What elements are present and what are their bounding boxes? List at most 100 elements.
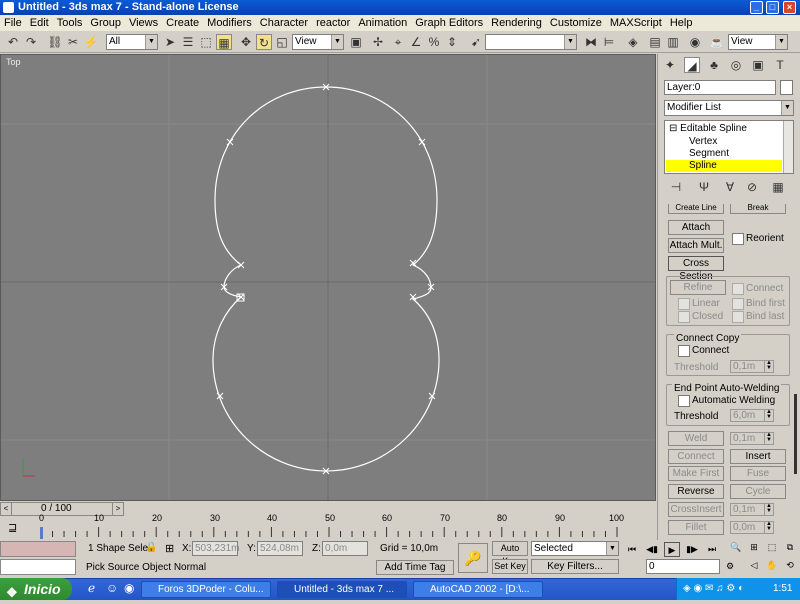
menu-file[interactable]: File bbox=[0, 15, 26, 31]
refine-button[interactable]: Refine bbox=[670, 280, 726, 295]
create-tab-icon[interactable]: ✦ bbox=[662, 57, 678, 73]
cross-insert-spinner[interactable]: 0,1m ▲ ▼ bbox=[730, 503, 774, 516]
modifier-list-dropdown[interactable]: Modifier List ▼ bbox=[664, 100, 794, 116]
bind-space-warp-icon[interactable]: ⚡ bbox=[83, 34, 99, 50]
scale-icon[interactable]: ◱ bbox=[274, 34, 290, 50]
connect-copy-threshold-spinner[interactable]: 0,1m ▲ ▼ bbox=[730, 360, 774, 373]
named-selection-dropdown[interactable]: ▼ bbox=[485, 34, 577, 50]
stack-scrollbar[interactable] bbox=[783, 121, 793, 173]
chevron-left-icon[interactable]: < bbox=[1, 503, 12, 515]
cross-section-button[interactable]: Cross Section bbox=[668, 256, 724, 282]
key-filters-button[interactable]: Key Filters... bbox=[531, 559, 619, 574]
percent-snap-icon[interactable]: % bbox=[426, 34, 442, 50]
select-object-icon[interactable]: ➤ bbox=[162, 34, 178, 50]
lock-selection-icon[interactable]: 🔒 bbox=[145, 542, 157, 553]
break-button[interactable]: Break bbox=[730, 204, 786, 214]
menu-reactor[interactable]: reactor bbox=[312, 15, 354, 31]
material-editor-icon[interactable]: ◉ bbox=[687, 34, 703, 50]
unlink-icon[interactable]: ✂ bbox=[65, 34, 81, 50]
menu-views[interactable]: Views bbox=[125, 15, 162, 31]
taskbar-item-3dsmax[interactable]: Untitled - 3ds max 7 ... bbox=[277, 581, 407, 598]
make-first-button[interactable]: Make First bbox=[668, 466, 724, 481]
menu-animation[interactable]: Animation bbox=[354, 15, 411, 31]
undo-icon[interactable]: ↶ bbox=[5, 34, 21, 50]
menu-maxscript[interactable]: MAXScript bbox=[606, 15, 666, 31]
configure-modifier-sets-icon[interactable]: ▦ bbox=[770, 179, 786, 195]
reference-coordinate-dropdown[interactable]: View ▼ bbox=[292, 34, 344, 50]
redo-icon[interactable]: ↷ bbox=[23, 34, 39, 50]
start-button[interactable]: ❖ Inicio bbox=[0, 578, 72, 600]
zoom-icon[interactable]: 🔍 bbox=[728, 540, 744, 555]
ie-quicklaunch-icon[interactable]: ℯ bbox=[88, 581, 95, 595]
taskbar-item-autocad[interactable]: AutoCAD 2002 - [D:\... bbox=[413, 581, 543, 598]
spinner-snap-icon[interactable]: ⇕ bbox=[444, 34, 460, 50]
tray-icons[interactable]: ◈ ◉ ✉ ♫ ⚙ ◐ bbox=[683, 578, 744, 600]
maxscript-listener-mini[interactable] bbox=[0, 541, 76, 557]
next-frame-icon[interactable]: ▮▶ bbox=[684, 542, 700, 557]
make-unique-icon[interactable]: ∀ bbox=[722, 179, 738, 195]
attach-button[interactable]: Attach bbox=[668, 220, 724, 235]
menu-modifiers[interactable]: Modifiers bbox=[203, 15, 256, 31]
fuse-button[interactable]: Fuse bbox=[730, 466, 786, 481]
arc-rotate-icon[interactable]: ⟲ bbox=[782, 558, 798, 573]
align-icon[interactable]: ⊨ bbox=[601, 34, 617, 50]
auto-weld-threshold-spinner[interactable]: 6,0m ▲ ▼ bbox=[730, 409, 774, 422]
fillet-spinner[interactable]: 0,0m ▲ ▼ bbox=[730, 521, 774, 534]
mirror-icon[interactable]: ⧓ bbox=[583, 34, 599, 50]
x-coordinate-field[interactable]: 503,231m bbox=[192, 541, 239, 556]
hierarchy-tab-icon[interactable]: ♣ bbox=[706, 57, 722, 73]
set-key-button[interactable]: Set Key bbox=[492, 559, 528, 574]
weld-threshold-spinner[interactable]: 0,1m ▲ ▼ bbox=[730, 432, 774, 445]
remove-modifier-icon[interactable]: ⊘ bbox=[744, 179, 760, 195]
stack-item-spline[interactable]: Spline bbox=[666, 160, 782, 172]
menu-edit[interactable]: Edit bbox=[26, 15, 53, 31]
render-view-dropdown[interactable]: View ▼ bbox=[728, 34, 788, 50]
chevron-right-icon[interactable]: > bbox=[112, 503, 123, 515]
top-viewport[interactable]: Top bbox=[0, 54, 656, 501]
closed-checkbox[interactable]: Closed bbox=[678, 311, 723, 323]
cross-insert-button[interactable]: CrossInsert bbox=[668, 502, 724, 517]
select-by-name-icon[interactable]: ☰ bbox=[180, 34, 196, 50]
previous-frame-icon[interactable]: ◀▮ bbox=[644, 542, 660, 557]
viewport-label[interactable]: Top bbox=[6, 57, 21, 67]
cycle-button[interactable]: Cycle bbox=[730, 484, 786, 499]
reorient-checkbox[interactable]: Reorient bbox=[732, 233, 784, 245]
linear-checkbox[interactable]: Linear bbox=[678, 298, 720, 310]
curve-editor-icon[interactable]: ▤ bbox=[647, 34, 663, 50]
reverse-button[interactable]: Reverse bbox=[668, 484, 724, 499]
play-icon[interactable]: ▶ bbox=[664, 542, 680, 557]
weld-button[interactable]: Weld bbox=[668, 431, 724, 446]
stack-item-editable-spline[interactable]: ⊟ Editable Spline bbox=[669, 123, 747, 134]
field-of-view-icon[interactable]: ◁ bbox=[746, 558, 762, 573]
object-color-swatch[interactable] bbox=[780, 80, 793, 95]
minimize-button[interactable]: _ bbox=[750, 1, 763, 14]
y-coordinate-field[interactable]: 524,08m bbox=[257, 541, 303, 556]
connect-button[interactable]: Connect bbox=[668, 449, 724, 464]
select-link-icon[interactable]: ⛓ bbox=[47, 34, 63, 50]
connect-copy-checkbox[interactable]: Connect bbox=[678, 345, 729, 357]
pin-stack-icon[interactable]: ⊣ bbox=[668, 179, 684, 195]
window-crossing-icon[interactable]: ▦ bbox=[216, 34, 232, 50]
bind-last-checkbox[interactable]: Bind last bbox=[732, 311, 784, 323]
panel-scrollbar[interactable] bbox=[794, 394, 797, 474]
absolute-mode-icon[interactable]: ⊞ bbox=[165, 542, 174, 555]
maxscript-input-mini[interactable] bbox=[0, 559, 76, 575]
selection-filter-dropdown[interactable]: All ▼ bbox=[106, 34, 158, 50]
rotate-icon[interactable]: ↻ bbox=[256, 34, 272, 50]
go-to-end-icon[interactable]: ⏭ bbox=[704, 542, 720, 557]
maximize-button[interactable]: □ bbox=[766, 1, 779, 14]
angle-snap-icon[interactable]: ∠ bbox=[408, 34, 424, 50]
connect-checkbox[interactable]: Connect bbox=[732, 283, 783, 295]
stack-item-vertex[interactable]: Vertex bbox=[689, 136, 717, 147]
snap-toggle-icon[interactable]: ⌖ bbox=[390, 34, 406, 50]
zoom-extents-icon[interactable]: ⬚ bbox=[764, 540, 780, 555]
time-slider[interactable]: < 0 / 100 > bbox=[0, 502, 124, 516]
stack-item-segment[interactable]: Segment bbox=[689, 148, 729, 159]
menu-rendering[interactable]: Rendering bbox=[487, 15, 546, 31]
motion-tab-icon[interactable]: ◎ bbox=[728, 57, 744, 73]
current-frame-field[interactable]: 0 bbox=[646, 559, 720, 574]
pan-icon[interactable]: ✋ bbox=[764, 558, 780, 573]
menu-tools[interactable]: Tools bbox=[53, 15, 87, 31]
mini-curve-editor-icon[interactable]: ⊒ bbox=[8, 521, 22, 535]
spline-vertices[interactable] bbox=[216, 83, 436, 475]
